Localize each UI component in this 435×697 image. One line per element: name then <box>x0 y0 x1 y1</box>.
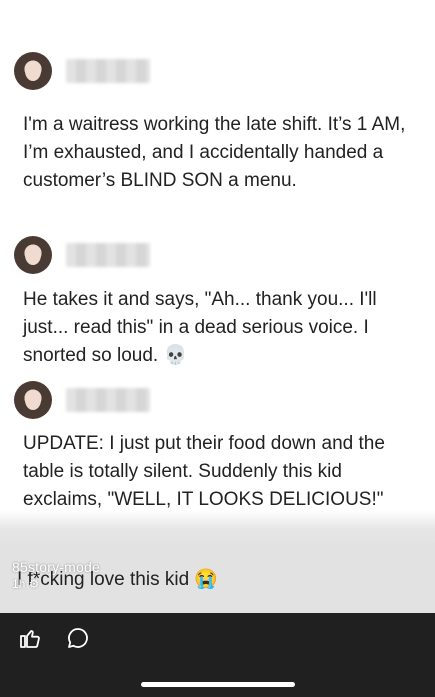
post-1-header <box>14 52 150 90</box>
comment-button[interactable] <box>63 623 93 653</box>
avatar[interactable] <box>14 52 52 90</box>
comment-bubble-icon <box>68 628 88 648</box>
action-bar <box>0 613 435 697</box>
post-3-text: UPDATE: I just put their food down and t… <box>23 433 385 510</box>
blurred-username[interactable] <box>66 388 150 412</box>
blurred-username[interactable] <box>66 59 150 83</box>
avatar[interactable] <box>14 381 52 419</box>
post-2-text: He takes it and says, "Ah... thank you..… <box>23 289 377 366</box>
avatar[interactable] <box>14 236 52 274</box>
post-3-header <box>14 381 150 419</box>
thumbs-up-icon <box>20 630 40 648</box>
home-indicator[interactable] <box>141 682 295 687</box>
watermark-label: 85story-mode <box>12 559 100 575</box>
watermark-sub: 1h ⚙ <box>12 577 40 591</box>
blurred-username[interactable] <box>66 243 150 267</box>
post-1-text: I'm a waitress working the late shift. I… <box>23 114 406 191</box>
like-button[interactable] <box>15 623 45 653</box>
post-2-header <box>14 236 150 274</box>
